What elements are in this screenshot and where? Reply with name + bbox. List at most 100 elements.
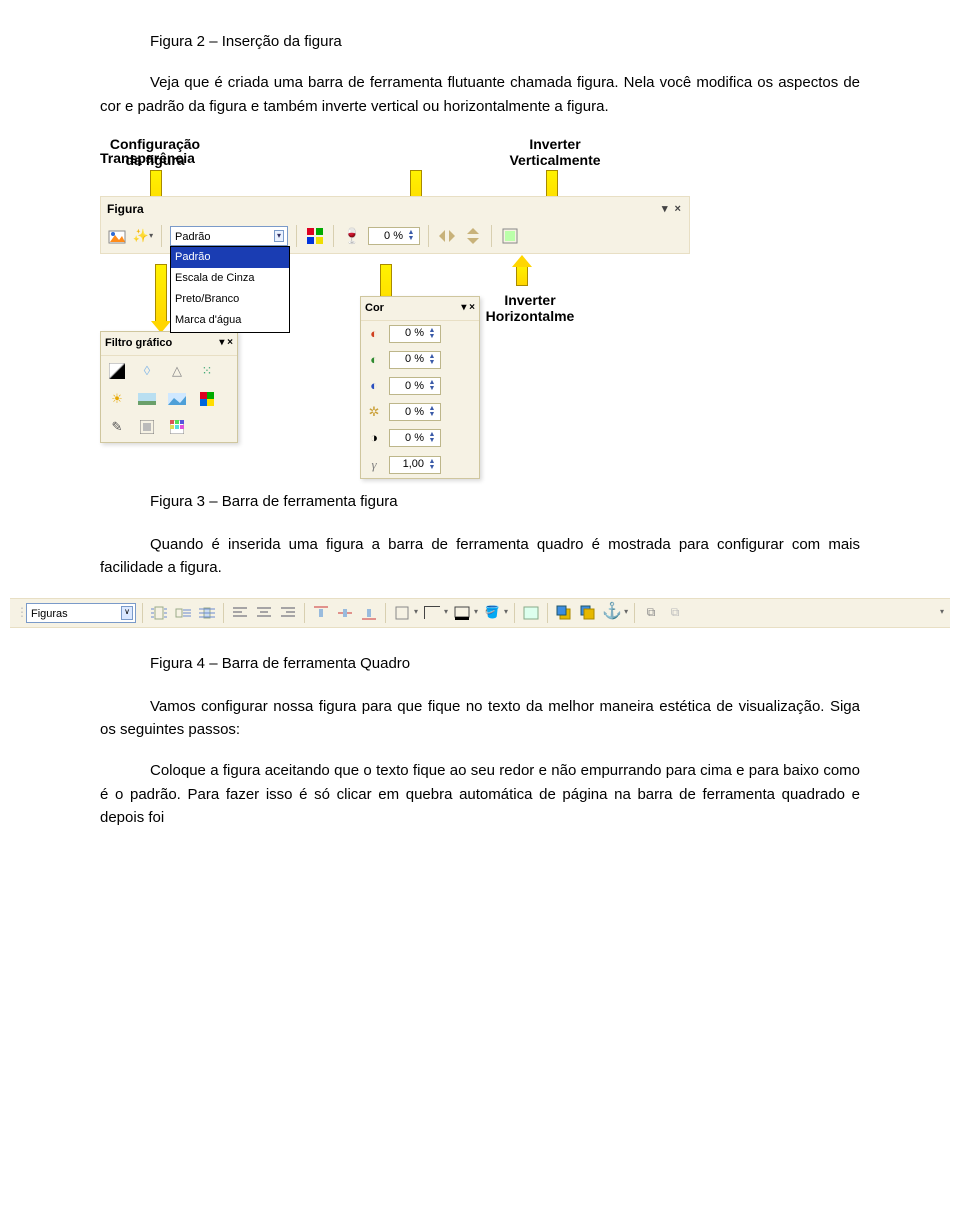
filtro-grafico-palette[interactable]: Filtro gráfico ▾ × ◊ △ ⁙ ☀ ✎ <box>100 331 238 443</box>
bright-spin[interactable]: 0 %▲▼ <box>389 403 441 421</box>
label-transparencia: Transparência <box>100 150 195 166</box>
filter-relief-icon[interactable] <box>135 416 159 438</box>
filter-invert-icon[interactable] <box>105 360 129 382</box>
filter-sharpen-icon[interactable]: △ <box>165 360 189 382</box>
filter-smooth-icon[interactable]: ◊ <box>135 360 159 382</box>
filter-popart-icon[interactable] <box>195 388 219 410</box>
figura-toolbar-titlebar[interactable]: Figura ▾ × <box>101 197 689 222</box>
anchor-icon[interactable]: ⚓ <box>602 603 622 623</box>
wrap-through-icon[interactable] <box>197 603 217 623</box>
cor-row: ◑ 0 %▲▼ <box>361 425 479 451</box>
graphics-mode-combo[interactable]: Padrão ▾ Padrão Escala de Cinza Preto/Br… <box>170 226 288 246</box>
filter-dropdown-icon[interactable]: ✨▾ <box>133 226 153 246</box>
frame-props-icon[interactable] <box>521 603 541 623</box>
cor-row: ◐ 0 %▲▼ <box>361 321 479 347</box>
send-back-icon[interactable] <box>578 603 598 623</box>
chevron-down-icon[interactable]: ▾ <box>624 606 628 618</box>
cor-row: γ 1,00▲▼ <box>361 452 479 478</box>
blue-spin[interactable]: 0 %▲▼ <box>389 377 441 395</box>
align-left-icon[interactable] <box>230 603 250 623</box>
toolbar-grip[interactable]: ⋮ <box>16 603 22 622</box>
cor-palette[interactable]: Cor ▾ × ◐ 0 %▲▼ ◐ 0 %▲▼ ◐ 0 %▲▼ ✲ 0 %▲▼ ◑ 0 %… <box>360 296 480 479</box>
chevron-down-icon[interactable]: ▾ <box>474 606 478 618</box>
frame-style-combo[interactable]: Figuras ∨ <box>26 603 136 623</box>
unlink-frames-icon[interactable]: ⧉ <box>665 603 685 623</box>
caption-fig4: Figura 4 – Barra de ferramenta Quadro <box>150 652 860 675</box>
flip-horizontal-icon[interactable] <box>437 226 457 246</box>
background-color-icon[interactable]: 🪣 <box>482 603 502 623</box>
green-spin[interactable]: 0 %▲▼ <box>389 351 441 369</box>
figura-toolbar-controls[interactable]: ▾ × <box>662 201 683 218</box>
red-spin[interactable]: 0 %▲▼ <box>389 325 441 343</box>
wrap-off-icon[interactable] <box>149 603 169 623</box>
chevron-down-icon[interactable]: ▾ <box>504 606 508 618</box>
frame-properties-icon[interactable] <box>500 226 520 246</box>
graphics-mode-option[interactable]: Marca d'água <box>171 310 289 331</box>
contrast-icon: ◑ <box>365 428 383 448</box>
arrow-to-filtro <box>155 264 167 324</box>
graphics-mode-option[interactable]: Padrão <box>171 247 289 268</box>
borders-icon[interactable] <box>392 603 412 623</box>
filtro-title: Filtro gráfico <box>105 335 172 352</box>
chevron-down-icon[interactable]: ▾ × <box>461 300 475 317</box>
quadro-toolbar: ⋮ Figuras ∨ ▾ ▾ ▾ 🪣▾ ⚓▾ ⧉ ⧉ ▾ <box>10 598 950 628</box>
align-right-icon[interactable] <box>278 603 298 623</box>
green-channel-icon: ◐ <box>365 350 383 370</box>
chevron-down-icon[interactable]: ▾ <box>414 606 418 618</box>
chevron-down-icon[interactable]: ▾ <box>274 230 284 242</box>
graphics-mode-option[interactable]: Escala de Cinza <box>171 268 289 289</box>
figura-toolbar-diagram: Configuraçãoda figura Transparência Inve… <box>100 136 860 476</box>
blue-channel-icon: ◐ <box>365 376 383 396</box>
chevron-down-icon[interactable]: ▾ × <box>219 335 233 352</box>
spin-buttons[interactable]: ▲▼ <box>405 230 417 242</box>
filter-poster-icon[interactable] <box>165 388 189 410</box>
cor-row: ◐ 0 %▲▼ <box>361 347 479 373</box>
contrast-spin[interactable]: 0 %▲▼ <box>389 429 441 447</box>
frame-style-value: Figuras <box>31 608 68 620</box>
filter-charcoal-icon[interactable]: ✎ <box>105 416 129 438</box>
flip-vertical-icon[interactable] <box>463 226 483 246</box>
filter-noise-icon[interactable]: ⁙ <box>195 360 219 382</box>
paragraph-1: Veja que é criada uma barra de ferrament… <box>100 71 860 118</box>
gamma-icon: γ <box>365 455 383 475</box>
caption-fig3: Figura 3 – Barra de ferramenta figura <box>150 490 860 513</box>
paragraph-3: Vamos configurar nossa figura para que f… <box>100 695 860 742</box>
border-style-icon[interactable] <box>422 603 442 623</box>
paragraph-2: Quando é inserida uma figura a barra de … <box>100 533 860 580</box>
arrow-inv-h <box>516 264 528 286</box>
transparency-spin[interactable]: 0 % ▲▼ <box>368 227 420 245</box>
label-inverter-horizontal: InverterHorizontalme <box>475 292 585 324</box>
cor-row: ✲ 0 %▲▼ <box>361 399 479 425</box>
caption-fig2: Figura 2 – Inserção da figura <box>100 30 860 53</box>
chevron-down-icon[interactable]: ∨ <box>121 606 133 620</box>
transparency-value: 0 % <box>371 228 405 245</box>
filter-aging-icon[interactable] <box>135 388 159 410</box>
figura-toolbar: Figura ▾ × ✨▾ Padrão ▾ Padrão Escala de … <box>100 196 690 255</box>
gamma-spin[interactable]: 1,00▲▼ <box>389 456 441 474</box>
valign-top-icon[interactable] <box>311 603 331 623</box>
align-center-icon[interactable] <box>254 603 274 623</box>
border-color-icon[interactable] <box>452 603 472 623</box>
filter-mosaic-icon[interactable] <box>165 416 189 438</box>
graphics-mode-list[interactable]: Padrão Escala de Cinza Preto/Branco Marc… <box>170 246 290 332</box>
graphics-mode-value: Padrão <box>175 231 210 243</box>
link-frames-icon[interactable]: ⧉ <box>641 603 661 623</box>
filter-solarize-icon[interactable]: ☀ <box>105 388 129 410</box>
wrap-page-icon[interactable] <box>173 603 193 623</box>
label-inverter-vertical: InverterVerticalmente <box>500 136 610 168</box>
figura-toolbar-title: Figura <box>107 200 144 219</box>
brightness-icon: ✲ <box>365 402 383 422</box>
chevron-down-icon[interactable]: ▾ <box>444 606 448 618</box>
toolbar-overflow-icon[interactable]: ▾ <box>940 606 944 618</box>
valign-center-icon[interactable] <box>335 603 355 623</box>
valign-bottom-icon[interactable] <box>359 603 379 623</box>
bring-front-icon[interactable] <box>554 603 574 623</box>
red-channel-icon: ◐ <box>365 324 383 344</box>
graphics-mode-option[interactable]: Preto/Branco <box>171 289 289 310</box>
cor-title: Cor <box>365 300 384 317</box>
transparency-icon[interactable]: 🍷 <box>342 226 362 246</box>
color-icon[interactable] <box>305 226 325 246</box>
cor-row: ◐ 0 %▲▼ <box>361 373 479 399</box>
from-file-icon[interactable] <box>107 226 127 246</box>
paragraph-4: Coloque a figura aceitando que o texto f… <box>100 759 860 829</box>
